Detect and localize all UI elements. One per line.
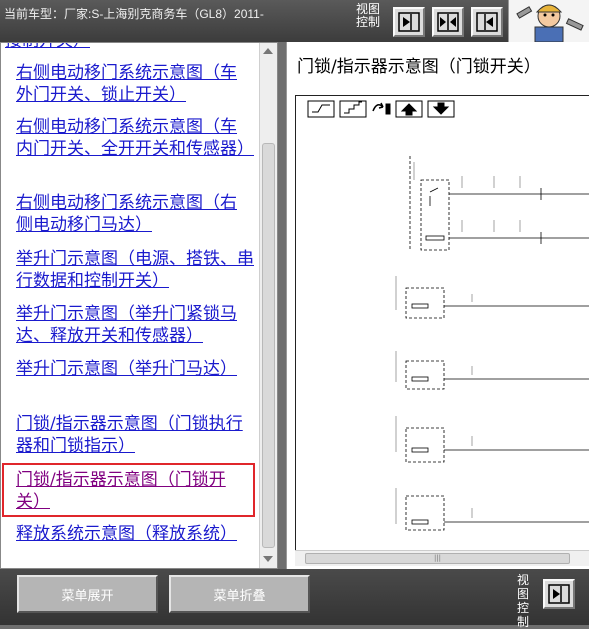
menu-collapse-button[interactable]: 菜单折叠 — [169, 575, 310, 613]
wiring-diagram-svg — [307, 100, 589, 531]
toc-item-sliding-door-exterior[interactable]: 右侧电动移门系统示意图（车外门开关、锁止开关） — [16, 62, 251, 106]
view-control-label: 视图控制 — [356, 2, 381, 29]
toc-item-liftgate-latch[interactable]: 举升门示意图（举升门紧锁马达、释放开关和传感器） — [16, 303, 261, 347]
toc-item-sliding-door-motor[interactable]: 右侧电动移门系统示意图（右侧电动移门马达） — [16, 192, 251, 236]
document-scroll-thumb[interactable]: ||| — [305, 553, 570, 564]
toc-item-liftgate-power[interactable]: 举升门示意图（电源、搭铁、串行数据和控制开关） — [16, 248, 256, 292]
diagram-toolbar — [307, 100, 455, 118]
wiring-diagram — [295, 95, 589, 555]
document-horizontal-scrollbar[interactable]: ||| — [295, 550, 589, 566]
scroll-up-icon[interactable] — [263, 48, 273, 54]
mechanic-logo-icon — [516, 4, 584, 43]
scroll-down-icon[interactable] — [263, 556, 273, 562]
next-pane-button[interactable] — [393, 7, 425, 37]
current-vehicle-label: 当前车型：厂家:S-上海别克商务车（GL8）2011- — [4, 7, 264, 21]
document-title: 门锁/指示器示意图（门锁开关） — [297, 57, 541, 77]
arrow-right-boxed-icon — [398, 12, 420, 32]
arrow-left-boxed-icon — [476, 12, 498, 32]
menu-expand-button[interactable]: 菜单展开 — [17, 575, 158, 613]
mechanic-logo — [508, 0, 589, 43]
top-bar: 当前车型：厂家:S-上海别克商务车（GL8）2011- 视图控制 — [0, 0, 589, 43]
toc-item-liftgate-motor[interactable]: 举升门示意图（举升门马达） — [16, 358, 251, 380]
toc-item-door-lock-actuator[interactable]: 门锁/指示器示意图（门锁执行器和门锁指示） — [16, 413, 251, 457]
toc-item-release-system[interactable]: 释放系统示意图（释放系统） — [16, 523, 251, 545]
toc-item-door-lock-switch[interactable]: 门锁/指示器示意图（门锁开关） — [16, 469, 251, 513]
toc-scrollbar[interactable] — [259, 43, 277, 568]
next-pane-button-bottom[interactable] — [543, 579, 575, 609]
previous-pane-button[interactable] — [471, 7, 503, 37]
view-control-label-bottom: 视图控制 — [516, 573, 529, 629]
arrow-right-boxed-icon — [548, 584, 570, 604]
toc-scroll-thumb[interactable] — [262, 143, 275, 548]
toc-item-partial[interactable]: 接制开关） — [5, 43, 257, 52]
split-panes-icon — [437, 12, 459, 32]
toc-panel: 接制开关） 右侧电动移门系统示意图（车外门开关、锁止开关） 右侧电动移门系统示意… — [0, 42, 278, 569]
bottom-bar: 菜单展开 菜单折叠 视图控制 — [0, 569, 589, 629]
document-panel: 门锁/指示器示意图（门锁开关） ||| — [286, 42, 589, 569]
split-view-button[interactable] — [432, 7, 464, 37]
toc-item-sliding-door-interior[interactable]: 右侧电动移门系统示意图（车内门开关、全开开关和传感器） — [16, 116, 254, 160]
